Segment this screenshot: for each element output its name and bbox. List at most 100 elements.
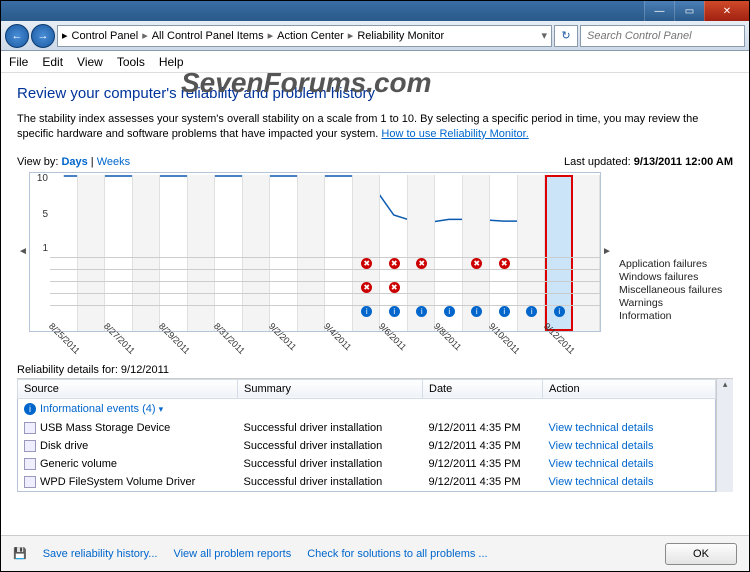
- col-source[interactable]: Source: [18, 379, 238, 398]
- viewby-weeks[interactable]: Weeks: [97, 156, 130, 168]
- info-icon[interactable]: i: [554, 306, 565, 317]
- details-table: Source Summary Date Action i Informationa…: [17, 379, 716, 492]
- footer: 💾 Save reliability history... View all p…: [1, 535, 749, 571]
- file-icon: [24, 440, 36, 452]
- col-action[interactable]: Action: [543, 379, 716, 398]
- reliability-chart[interactable]: 10 5 1 ✖✖✖✖✖✖✖iiiiiiii 8/25/20118/27/201…: [29, 172, 601, 332]
- close-button[interactable]: ✕: [704, 1, 749, 21]
- info-icon[interactable]: i: [471, 306, 482, 317]
- search-input[interactable]: [580, 25, 745, 47]
- event-grid: ✖ ✖ ✖ ✖ ✖ ✖ ✖ i i i i i i i i: [50, 257, 600, 319]
- menu-view[interactable]: View: [77, 55, 103, 69]
- crumb-0[interactable]: Control Panel: [72, 30, 139, 42]
- error-icon[interactable]: ✖: [499, 258, 510, 269]
- info-icon[interactable]: i: [499, 306, 510, 317]
- table-row[interactable]: Generic volumeSuccessful driver installa…: [18, 455, 716, 473]
- col-summary[interactable]: Summary: [238, 379, 423, 398]
- info-icon[interactable]: i: [389, 306, 400, 317]
- info-icon: i: [24, 403, 36, 415]
- viewby: View by: Days | Weeks: [17, 156, 130, 168]
- row-misc-failures: [50, 281, 600, 293]
- forward-button[interactable]: →: [31, 24, 55, 48]
- error-icon[interactable]: ✖: [361, 282, 372, 293]
- x-label: 9/4/2011: [322, 321, 353, 352]
- page-title: Review your computer's reliability and p…: [17, 85, 733, 102]
- x-label: 8/25/2011: [47, 321, 82, 356]
- details-header: Reliability details for: 9/12/2011: [17, 362, 733, 379]
- x-label: 9/8/2011: [432, 321, 463, 352]
- menu-tools[interactable]: Tools: [117, 55, 145, 69]
- view-all-reports-link[interactable]: View all problem reports: [173, 548, 291, 560]
- error-icon[interactable]: ✖: [416, 258, 427, 269]
- maximize-button[interactable]: ▭: [674, 1, 704, 21]
- menubar: File Edit View Tools Help: [1, 51, 749, 73]
- info-icon[interactable]: i: [416, 306, 427, 317]
- navbar: ← → ▸ Control Panel▸ All Control Panel I…: [1, 21, 749, 51]
- group-header-label: Informational events (4): [40, 403, 156, 415]
- back-button[interactable]: ←: [5, 24, 29, 48]
- titlebar[interactable]: — ▭ ✕: [1, 1, 749, 21]
- crumb-2[interactable]: Action Center: [277, 30, 344, 42]
- view-details-link[interactable]: View technical details: [549, 458, 654, 470]
- error-icon[interactable]: ✖: [361, 258, 372, 269]
- crumb-3[interactable]: Reliability Monitor: [357, 30, 444, 42]
- check-solutions-link[interactable]: Check for solutions to all problems ...: [307, 548, 487, 560]
- ok-button[interactable]: OK: [665, 543, 737, 565]
- menu-file[interactable]: File: [9, 55, 28, 69]
- details-section: Reliability details for: 9/12/2011 Sourc…: [17, 362, 733, 492]
- row-warnings: [50, 293, 600, 305]
- ytick-5: 5: [32, 209, 48, 220]
- group-header-row[interactable]: i Informational events (4) ▾: [18, 398, 716, 419]
- chevron-down-icon[interactable]: ▾: [541, 29, 547, 42]
- row-app-failures: [50, 257, 600, 269]
- minimize-button[interactable]: —: [644, 1, 674, 21]
- description-text: The stability index assesses your system…: [17, 113, 698, 140]
- plot-area: [50, 175, 600, 255]
- x-axis-labels: 8/25/20118/27/20118/29/20118/31/20119/2/…: [50, 321, 600, 351]
- disk-icon: 💾: [13, 547, 27, 560]
- row-win-failures: [50, 269, 600, 281]
- label-misc-failures: Miscellaneous failures: [619, 284, 733, 296]
- scroll-left-button[interactable]: ◄: [17, 172, 29, 332]
- view-details-link[interactable]: View technical details: [549, 476, 654, 488]
- save-history-link[interactable]: Save reliability history...: [43, 548, 158, 560]
- error-icon[interactable]: ✖: [389, 258, 400, 269]
- scrollbar[interactable]: ▴: [716, 379, 733, 492]
- menu-help[interactable]: Help: [159, 55, 184, 69]
- last-updated: Last updated: 9/13/2011 12:00 AM: [564, 156, 733, 168]
- breadcrumb-icon: ▸: [62, 29, 68, 42]
- row-label-column: Application failures Windows failures Mi…: [613, 172, 733, 332]
- info-icon[interactable]: i: [361, 306, 372, 317]
- x-label: 9/10/2011: [487, 321, 522, 356]
- view-details-link[interactable]: View technical details: [549, 440, 654, 452]
- x-label: 8/31/2011: [212, 321, 247, 356]
- table-row[interactable]: USB Mass Storage DeviceSuccessful driver…: [18, 419, 716, 437]
- table-row[interactable]: Disk driveSuccessful driver installation…: [18, 437, 716, 455]
- label-information: Information: [619, 310, 733, 322]
- menu-edit[interactable]: Edit: [42, 55, 63, 69]
- ytick-10: 10: [32, 173, 48, 184]
- label-win-failures: Windows failures: [619, 271, 733, 283]
- content-area: SevenForums.com Review your computer's r…: [1, 73, 749, 492]
- chevron-down-icon: ▾: [159, 404, 164, 414]
- table-row[interactable]: WPD FileSystem Volume DriverSuccessful d…: [18, 473, 716, 492]
- col-date[interactable]: Date: [423, 379, 543, 398]
- error-icon[interactable]: ✖: [471, 258, 482, 269]
- view-details-link[interactable]: View technical details: [549, 422, 654, 434]
- last-updated-label: Last updated:: [564, 156, 634, 168]
- info-icon[interactable]: i: [526, 306, 537, 317]
- error-icon[interactable]: ✖: [389, 282, 400, 293]
- description: The stability index assesses your system…: [17, 112, 733, 142]
- info-icon[interactable]: i: [444, 306, 455, 317]
- viewby-days[interactable]: Days: [61, 156, 87, 168]
- refresh-button[interactable]: ↻: [554, 25, 578, 47]
- x-label: 9/12/2011: [542, 321, 577, 356]
- crumb-1[interactable]: All Control Panel Items: [152, 30, 264, 42]
- ytick-1: 1: [32, 243, 48, 254]
- last-updated-value: 9/13/2011 12:00 AM: [634, 156, 733, 168]
- help-link[interactable]: How to use Reliability Monitor.: [381, 128, 528, 140]
- address-breadcrumb[interactable]: ▸ Control Panel▸ All Control Panel Items…: [57, 25, 552, 47]
- scroll-right-button[interactable]: ►: [601, 172, 613, 332]
- row-information: [50, 305, 600, 317]
- chart-wrap: ◄ 10 5 1 ✖✖✖✖✖✖✖iiiiiiii 8/25/20118/27/2…: [17, 172, 733, 332]
